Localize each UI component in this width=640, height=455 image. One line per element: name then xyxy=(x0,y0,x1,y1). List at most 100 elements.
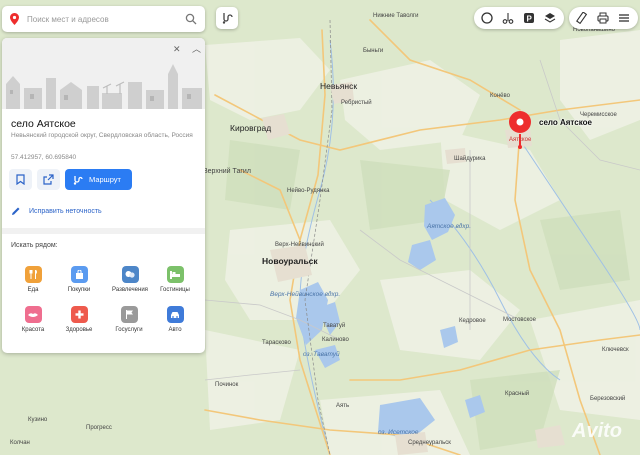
map-label-konevo: Конёво xyxy=(490,93,510,99)
nearby-shopping-label: Покупки xyxy=(67,287,91,293)
collapse-icon[interactable]: ︿ xyxy=(192,42,201,55)
map-label-berezovsky: Березовский xyxy=(590,396,626,402)
scooter-icon xyxy=(502,13,513,24)
cross-icon xyxy=(70,306,88,323)
map-label-nevyansk: Невьянск xyxy=(320,81,358,91)
nearby-food-label: Еда xyxy=(27,287,39,293)
layers-button[interactable] xyxy=(543,12,556,25)
nearby-beauty-label: Красота xyxy=(21,327,45,333)
nearby-hotels[interactable]: Гостиницы xyxy=(152,266,198,293)
nearby-health[interactable]: Здоровье xyxy=(56,306,102,333)
bed-icon xyxy=(166,266,184,283)
map-label-novouralsk: Новоуральск xyxy=(262,256,318,266)
fix-inaccuracy-link[interactable]: Исправить неточность xyxy=(11,206,102,216)
fork-knife-icon xyxy=(24,266,42,283)
route-button[interactable]: Маршрут xyxy=(65,169,132,190)
share-button[interactable] xyxy=(37,169,60,190)
map-label-verkh-neyvinskoe-vdkhr: Верх-Нейвинское вдхр. xyxy=(270,291,341,298)
nearby-hotels-label: Гостиницы xyxy=(160,287,190,293)
map-label-shaydurikha: Шайдурика xyxy=(454,156,486,162)
marker-label: село Аятское xyxy=(539,118,592,127)
search-bar[interactable]: Поиск мест и адресов xyxy=(2,6,205,32)
bag-icon xyxy=(70,266,88,283)
parking-icon: P xyxy=(523,13,534,23)
svg-text:P: P xyxy=(526,14,532,23)
map-label-klyuchevsk: Ключевск xyxy=(602,347,629,353)
print-button[interactable] xyxy=(596,12,609,25)
map-label-tarasovo: Тарасково xyxy=(262,340,291,346)
nearby-title: Искать рядом: xyxy=(11,242,58,249)
place-card: ✕ ︿ село Аятское Невьянский городской ок… xyxy=(2,38,205,353)
search-icon[interactable] xyxy=(185,13,197,25)
map-label-rebristy: Ребристый xyxy=(341,100,372,106)
map-label-isetskoe-lake: оз. Исетское xyxy=(378,429,419,436)
route-arrows-icon xyxy=(222,13,233,24)
transit-button[interactable] xyxy=(501,12,514,25)
map-label-kalinovo: Калиново xyxy=(322,337,349,343)
place-address: Невьянский городской округ, Свердловская… xyxy=(11,132,193,139)
nearby-entertainment[interactable]: Развлечения xyxy=(106,266,154,293)
map-label-ayatskoe-vdkhr: Аятское вдхр. xyxy=(427,223,472,230)
nearby-auto[interactable]: Авто xyxy=(152,306,198,333)
place-illustration: ✕ ︿ xyxy=(2,38,205,109)
bookmark-button[interactable] xyxy=(9,169,32,190)
avito-watermark: Avito xyxy=(572,420,622,442)
map-label-kuzino: Кузино xyxy=(28,417,48,423)
route-icon xyxy=(73,175,83,185)
place-coordinates[interactable]: 57.412957, 60.695840 xyxy=(11,154,76,161)
map-label-pochinok: Починок xyxy=(215,382,239,388)
nearby-entertainment-label: Развлечения xyxy=(112,287,148,293)
map-pin-icon xyxy=(509,111,531,149)
flag-icon xyxy=(120,306,138,323)
map-label-krasny: Красный xyxy=(505,391,530,397)
place-marker[interactable] xyxy=(508,110,532,157)
map-label-mostovskoe: Мостовское xyxy=(503,317,536,323)
place-title: село Аятское xyxy=(11,118,76,130)
divider xyxy=(2,228,205,234)
map-label-ayatskoe-village: Аятское xyxy=(509,137,532,143)
nearby-gov[interactable]: Госуслуги xyxy=(106,306,152,333)
yandex-maps-pin-icon xyxy=(10,13,19,25)
map-label-tavatuy-lake: оз. Таватуй xyxy=(303,351,340,358)
lips-icon xyxy=(24,306,42,323)
masks-icon xyxy=(121,266,139,283)
nearby-auto-label: Авто xyxy=(168,327,182,333)
ruler-icon xyxy=(575,12,587,24)
map-label-kolchan: Колчан xyxy=(10,440,30,446)
close-icon[interactable]: ✕ xyxy=(173,44,181,55)
printer-icon xyxy=(596,12,609,24)
map-label-sredneuralsk: Среднеуральск xyxy=(408,440,451,446)
layers-icon xyxy=(544,13,555,23)
menu-button[interactable] xyxy=(617,12,630,25)
route-label: Маршрут xyxy=(89,175,121,184)
search-input[interactable]: Поиск мест и адресов xyxy=(27,15,185,24)
fix-inaccuracy-label: Исправить неточность xyxy=(29,207,102,215)
map-label-tavatuy: Таватуй xyxy=(323,323,346,329)
map-label-byngi: Быньги xyxy=(363,48,384,54)
bookmark-icon xyxy=(16,174,25,185)
map-label-progress: Прогресс xyxy=(86,425,112,431)
traffic-icon xyxy=(480,12,493,24)
nearby-shopping[interactable]: Покупки xyxy=(56,266,102,293)
nearby-health-label: Здоровье xyxy=(65,327,93,333)
map-label-kirovgrad: Кировград xyxy=(230,123,272,133)
map-label-ayat: Аять xyxy=(336,403,350,409)
tools-toolbar xyxy=(569,7,638,29)
map-label-verkhny-tagil: Верхний Тагил xyxy=(203,168,251,175)
menu-icon xyxy=(618,14,629,22)
parking-button[interactable]: P xyxy=(522,12,535,25)
nearby-beauty[interactable]: Красота xyxy=(10,306,56,333)
routes-button[interactable] xyxy=(216,7,238,29)
car-icon xyxy=(166,306,184,323)
ruler-button[interactable] xyxy=(575,12,588,25)
pencil-icon xyxy=(12,207,20,215)
map-label-verkh-neyvinsky: Верх-Нейвинский xyxy=(275,242,324,248)
nearby-gov-label: Госуслуги xyxy=(115,327,143,333)
share-icon xyxy=(43,174,54,185)
map-label-nizhnie-tavolgi: Нижние Таволги xyxy=(373,13,419,19)
map-label-neyvo-rudyanka: Нейво-Рудянка xyxy=(287,188,330,194)
map-label-kedrovoe: Кедровое xyxy=(459,318,486,324)
layers-toolbar: P xyxy=(474,7,564,29)
traffic-button[interactable] xyxy=(480,12,493,25)
nearby-food[interactable]: Еда xyxy=(10,266,56,293)
